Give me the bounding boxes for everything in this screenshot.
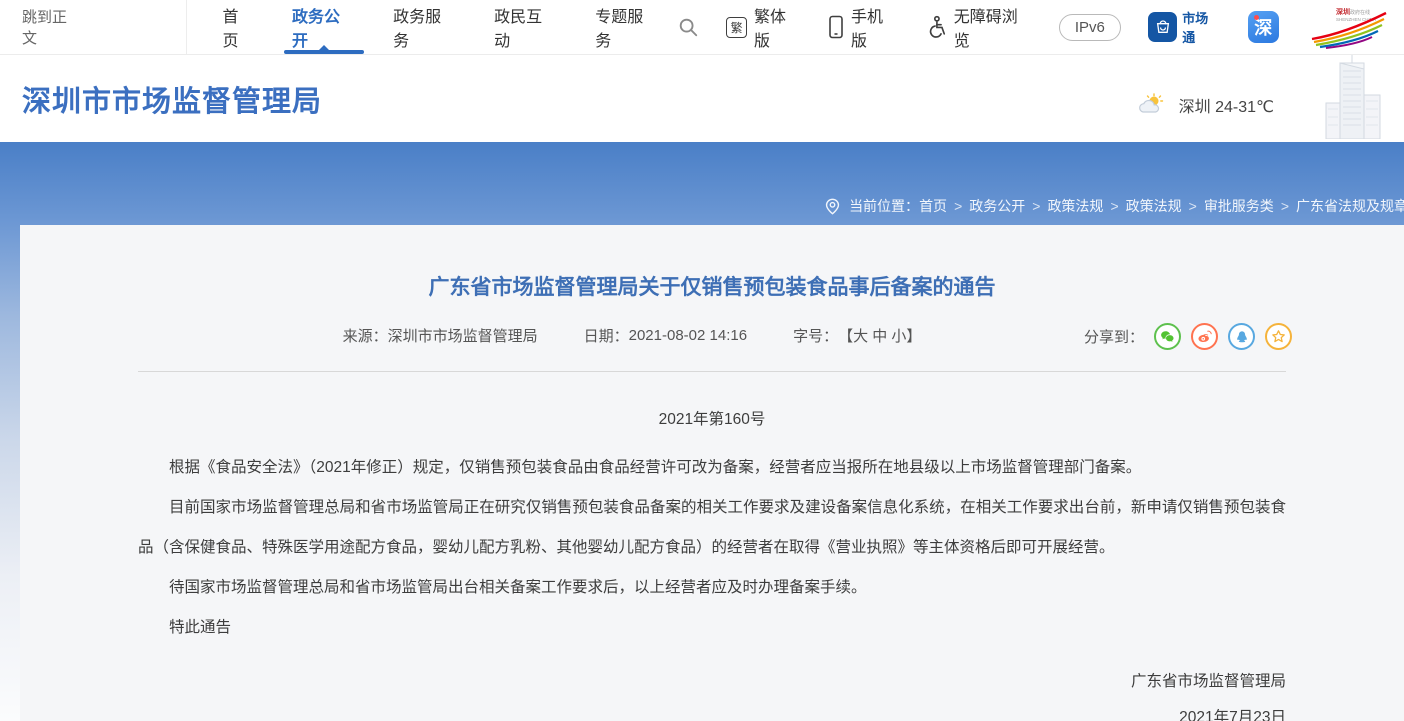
weather-text: 深圳 24-31℃: [1179, 93, 1274, 117]
accessibility-icon: [925, 15, 947, 39]
meta-source-label: 来源：: [343, 325, 388, 346]
share-wechat-button[interactable]: [1154, 323, 1181, 350]
meta-fontsize-label: 字号：: [793, 325, 838, 346]
nav-item-special-topics[interactable]: 专题服务: [576, 0, 677, 54]
meta-date: 日期： 2021-08-02 14:16: [584, 325, 747, 346]
article-title: 广东省市场监督管理局关于仅销售预包装食品事后备案的通告: [20, 271, 1404, 301]
article-body: 2021年第160号 根据《食品安全法》（2021年修正）规定，仅销售预包装食品…: [138, 400, 1286, 721]
site-title[interactable]: 深圳市市场监督管理局: [22, 78, 322, 120]
meta-date-value: 2021-08-02 14:16: [629, 327, 747, 344]
nav-item-gov-services[interactable]: 政务服务: [374, 0, 475, 54]
top-bar: 跳到正文 首页 政务公开 政务服务 政民互动 专题服务: [0, 0, 1404, 55]
shenzhen-china-logo: 深圳 政府在线 SHENZHEN CHINA: [1306, 5, 1390, 49]
closing-line: 特此通告: [138, 608, 1286, 648]
nav-item-label: 首页: [222, 3, 254, 51]
svg-text:政府在线: 政府在线: [1350, 9, 1370, 16]
signature-org: 广东省市场监督管理局: [138, 664, 1286, 700]
traditional-icon: 繁: [726, 17, 747, 38]
breadcrumb-item-policy2[interactable]: 政策法规: [1126, 196, 1182, 216]
share-label: 分享到：: [1084, 326, 1144, 347]
active-tab-underline: [284, 50, 364, 54]
breadcrumb-item-home[interactable]: 首页: [919, 196, 947, 216]
signature-date: 2021年7月23日: [138, 700, 1286, 721]
nav-item-label: 政民互动: [494, 3, 557, 51]
skip-to-content-link[interactable]: 跳到正文: [22, 6, 81, 48]
meta-fontsize: 字号： 【大 中 小】: [793, 325, 921, 346]
paragraph-1: 根据《食品安全法》（2021年修正）规定，仅销售预包装食品由食品经营许可改为备案…: [138, 448, 1286, 488]
weather-icon: [1137, 93, 1167, 117]
breadcrumb-separator: >: [1189, 198, 1197, 214]
breadcrumb-separator: >: [1110, 198, 1118, 214]
meta-divider: [138, 371, 1286, 372]
paragraph-2: 目前国家市场监督管理总局和省市场监管局正在研究仅销售预包装食品备案的相关工作要求…: [138, 488, 1286, 568]
qzone-star-icon: [1270, 328, 1287, 345]
document-number: 2021年第160号: [138, 400, 1286, 440]
traditional-label: 繁体版: [754, 3, 801, 51]
nav-item-gov-disclosure[interactable]: 政务公开: [273, 0, 374, 54]
market-app-icon: [1148, 12, 1177, 42]
nav-item-home[interactable]: 首页: [203, 0, 273, 54]
search-icon[interactable]: [677, 16, 699, 38]
active-tab-caret: [319, 45, 329, 50]
article-card: 广东省市场监督管理局关于仅销售预包装食品事后备案的通告 来源： 深圳市市场监督管…: [20, 225, 1404, 721]
breadcrumb-item-policy[interactable]: 政策法规: [1047, 196, 1103, 216]
topbar-divider: [186, 0, 187, 54]
building-illustration: [1306, 51, 1398, 144]
share-bar: 分享到：: [1084, 323, 1292, 350]
i-shenzhen-dot: [1254, 15, 1259, 20]
svg-text:深圳: 深圳: [1336, 7, 1350, 16]
breadcrumb-item-approval[interactable]: 审批服务类: [1204, 196, 1274, 216]
location-pin-icon: [824, 198, 841, 215]
accessibility-button[interactable]: 无障碍浏览: [925, 3, 1032, 51]
meta-source-value: 深圳市市场监督管理局: [388, 325, 538, 346]
market-app-label: 市场通: [1182, 8, 1220, 46]
market-app-badge[interactable]: 市场通: [1148, 8, 1221, 46]
breadcrumb-item-disclosure[interactable]: 政务公开: [969, 196, 1025, 216]
site-header: 深圳市市场监督管理局 深圳 24-31℃: [0, 55, 1404, 142]
article-meta-row: 来源： 深圳市市场监督管理局 日期： 2021-08-02 14:16 字号： …: [20, 325, 1404, 355]
mobile-label: 手机版: [851, 3, 898, 51]
nav-item-label: 专题服务: [595, 3, 658, 51]
accessibility-label: 无障碍浏览: [954, 3, 1032, 51]
mobile-version-button[interactable]: 手机版: [828, 3, 898, 51]
nav-item-interaction[interactable]: 政民互动: [475, 0, 576, 54]
breadcrumb-item-gd-regulations[interactable]: 广东省法规及规章: [1296, 196, 1404, 216]
qq-icon: [1234, 329, 1250, 345]
main-nav: 首页 政务公开 政务服务 政民互动 专题服务: [203, 0, 677, 54]
meta-source: 来源： 深圳市市场监督管理局: [343, 325, 538, 346]
wechat-icon: [1159, 328, 1176, 345]
topbar-tools: 繁 繁体版 手机版: [677, 3, 1404, 51]
nav-item-label: 政务服务: [393, 3, 456, 51]
traditional-version-button[interactable]: 繁 繁体版: [726, 3, 801, 51]
nav-item-label: 政务公开: [292, 3, 355, 51]
mobile-phone-icon: [828, 15, 844, 39]
meta-date-label: 日期：: [584, 325, 629, 346]
share-qzone-button[interactable]: [1265, 323, 1292, 350]
ipv6-badge[interactable]: IPv6: [1059, 14, 1121, 41]
breadcrumb-label: 当前位置：: [849, 196, 919, 216]
page: 跳到正文 首页 政务公开 政务服务 政民互动 专题服务: [0, 0, 1404, 721]
paragraph-3: 待国家市场监督管理总局和省市场监管局出台相关备案工作要求后，以上经营者应及时办理…: [138, 568, 1286, 608]
share-weibo-button[interactable]: [1191, 323, 1218, 350]
weather-widget: 深圳 24-31℃: [1137, 93, 1274, 117]
share-qq-button[interactable]: [1228, 323, 1255, 350]
weibo-icon: [1196, 328, 1213, 345]
breadcrumb: 当前位置： 首页 > 政务公开 > 政策法规 > 政策法规 > 审批服务类 > …: [824, 196, 1404, 216]
breadcrumb-separator: >: [1032, 198, 1040, 214]
fontsize-control[interactable]: 【大 中 小】: [838, 325, 921, 346]
breadcrumb-separator: >: [954, 198, 962, 214]
i-shenzhen-app-icon[interactable]: 深: [1248, 11, 1279, 43]
breadcrumb-separator: >: [1281, 198, 1289, 214]
